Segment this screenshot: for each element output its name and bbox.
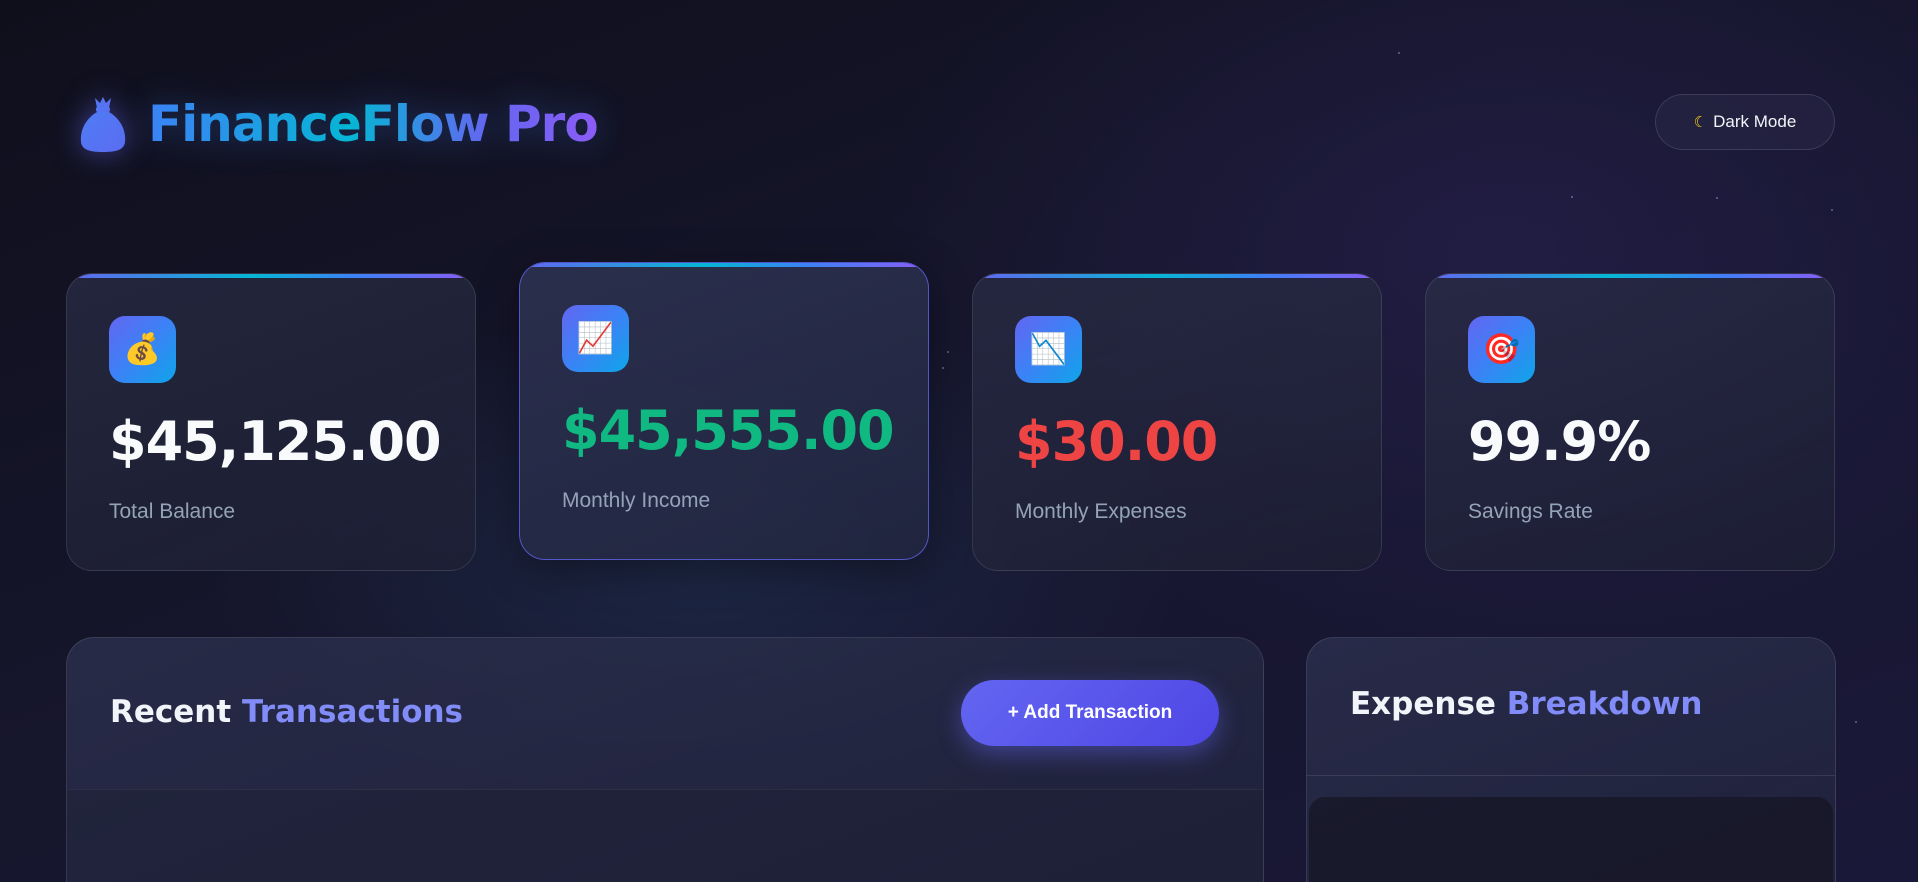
brand: FinanceFlow Pro — [76, 94, 599, 154]
monthly-expenses-label: Monthly Expenses — [1015, 500, 1187, 523]
target-icon: 🎯 — [1468, 316, 1535, 383]
add-transaction-button[interactable]: + Add Transaction — [961, 680, 1219, 746]
savings-rate-label: Savings Rate — [1468, 500, 1593, 523]
savings-rate-value: 99.9% — [1468, 410, 1651, 473]
stat-card-monthly-expenses[interactable]: 📉 $30.00 Monthly Expenses — [972, 273, 1382, 571]
stat-card-savings-rate[interactable]: 🎯 99.9% Savings Rate — [1425, 273, 1835, 571]
chart-down-icon: 📉 — [1015, 316, 1082, 383]
star-decoration — [947, 351, 949, 353]
transactions-title: Recent Transactions — [110, 694, 463, 730]
expense-breakdown-panel: Expense Breakdown — [1306, 637, 1836, 882]
transactions-title-main: Recent — [110, 694, 232, 730]
recent-transactions-panel: Recent Transactions + Add Transaction — [66, 637, 1264, 882]
total-balance-label: Total Balance — [109, 500, 236, 523]
breakdown-title: Expense Breakdown — [1350, 686, 1702, 722]
breakdown-header: Expense Breakdown — [1307, 638, 1835, 776]
money-bag-icon — [80, 97, 126, 152]
breakdown-title-accent: Breakdown — [1506, 686, 1703, 722]
stat-card-monthly-income[interactable]: 📈 $45,555.00 Monthly Income — [519, 262, 929, 560]
star-decoration — [1831, 209, 1833, 211]
stat-card-total-balance[interactable]: 💰 $45,125.00 Total Balance — [66, 273, 476, 571]
monthly-income-value: $45,555.00 — [562, 399, 895, 462]
app-header: FinanceFlow Pro ☾ Dark Mode — [0, 0, 1918, 200]
transactions-header: Recent Transactions + Add Transaction — [67, 638, 1263, 790]
dark-mode-toggle[interactable]: ☾ Dark Mode — [1655, 94, 1835, 150]
expense-chart-area — [1309, 797, 1833, 882]
app-title: FinanceFlow Pro — [148, 95, 599, 153]
monthly-income-label: Monthly Income — [562, 489, 711, 512]
money-bag-icon: 💰 — [109, 316, 176, 383]
transactions-title-accent: Transactions — [241, 694, 464, 730]
transactions-list — [67, 789, 1263, 882]
dark-mode-label: Dark Mode — [1713, 112, 1797, 131]
star-decoration — [1855, 721, 1857, 723]
star-decoration — [942, 367, 944, 369]
chart-up-icon: 📈 — [562, 305, 629, 372]
total-balance-value: $45,125.00 — [109, 410, 442, 473]
breakdown-title-main: Expense — [1350, 686, 1496, 722]
moon-icon: ☾ — [1693, 114, 1708, 131]
monthly-expenses-value: $30.00 — [1015, 410, 1218, 473]
